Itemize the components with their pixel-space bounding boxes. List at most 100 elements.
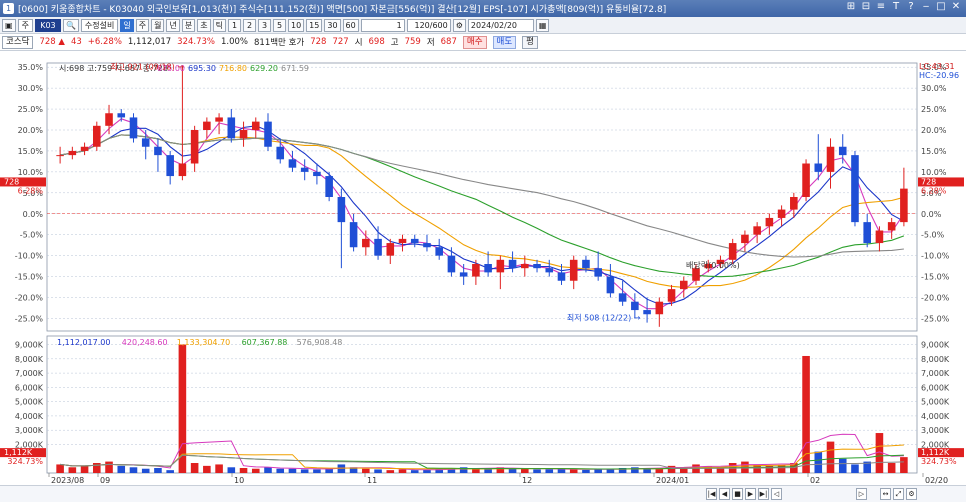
volume-tick-left: 4,000K — [15, 412, 44, 421]
tab-day[interactable]: 일 — [120, 18, 134, 32]
price-tick-left: 10.0% — [18, 168, 44, 177]
candle-body — [496, 259, 505, 273]
search-icon[interactable]: 🔍 — [62, 18, 79, 32]
volume-tick-right: 9,000K — [921, 341, 950, 350]
candle-body — [93, 125, 101, 147]
volume-bar — [190, 463, 199, 473]
candle-body — [398, 238, 407, 244]
volume-bar — [362, 468, 370, 473]
period-select[interactable]: 주 — [17, 18, 33, 32]
volume-legend-value: 607,367.88 — [242, 338, 288, 347]
price-panel-frame — [46, 62, 918, 332]
candle-body — [435, 247, 443, 256]
candle-body — [276, 146, 285, 160]
price-tick-left: -20.0% — [15, 294, 44, 303]
interval-5[interactable]: 5 — [272, 18, 286, 32]
scroll-first-button[interactable]: |◀ — [706, 488, 717, 500]
zoom-fit-button[interactable]: ⤢ — [893, 488, 904, 500]
maximize-button[interactable]: □ — [935, 1, 947, 12]
chart-settings-button[interactable]: ⚙ — [906, 488, 917, 500]
candle-body — [728, 243, 737, 260]
candle-body — [362, 238, 370, 248]
volume-bar — [398, 469, 407, 473]
volume-bar — [129, 467, 138, 473]
trade-amount: 811백만 호가 — [254, 38, 305, 48]
sell-button[interactable]: 매도 — [492, 35, 517, 49]
price-tick-right: -10.0% — [921, 252, 950, 261]
zoom-reset-button[interactable]: ↔ — [880, 488, 891, 500]
candle-body — [667, 289, 676, 302]
scroll-last-button[interactable]: ▶| — [758, 488, 769, 500]
minimize-button[interactable]: ‒ — [920, 1, 932, 12]
bid-price: 727 — [332, 37, 349, 47]
volume-value: 1,112,017 — [127, 37, 172, 47]
zoom-in-button[interactable]: ▷ — [856, 488, 867, 500]
candle-body — [826, 146, 835, 172]
interval-10[interactable]: 10 — [287, 18, 305, 32]
candle-body — [410, 238, 419, 244]
volume-tick-right: 6,000K — [921, 383, 950, 392]
count-total[interactable]: 120/600 — [406, 18, 451, 32]
interval-60[interactable]: 60 — [342, 18, 359, 32]
volume-bar — [141, 468, 150, 473]
lc-label: LC:43.31 — [919, 62, 955, 71]
tab-week[interactable]: 주 — [135, 18, 150, 32]
calendar-icon[interactable]: ▦ — [535, 18, 550, 32]
volume-tick-right: 3,000K — [921, 426, 950, 435]
adjusted-price-select[interactable]: 수정설비 — [80, 18, 119, 32]
tab-second[interactable]: 초 — [197, 18, 211, 32]
tab-minute[interactable]: 분 — [181, 18, 196, 32]
settings-gear-icon[interactable]: ⚙ — [452, 18, 466, 32]
scroll-next-button[interactable]: ▶ — [745, 488, 756, 500]
count-input[interactable]: 1 — [360, 18, 405, 32]
zoom-out-button[interactable]: ◁ — [771, 488, 782, 500]
font-icon[interactable]: T — [890, 1, 902, 12]
scroll-prev-button[interactable]: ◀ — [719, 488, 730, 500]
candle-body — [618, 293, 627, 302]
interval-2[interactable]: 2 — [242, 18, 256, 32]
interval-15[interactable]: 15 — [306, 18, 323, 32]
candlestick-series — [56, 67, 908, 327]
chart-menu-icon[interactable]: ▣ — [2, 18, 16, 32]
stop-button[interactable]: ■ — [732, 488, 743, 500]
open-price: 698 — [368, 37, 385, 47]
current-price: 728 ▲ — [39, 37, 65, 47]
close-button[interactable]: ✕ — [950, 1, 962, 12]
interval-30[interactable]: 30 — [324, 18, 341, 32]
volume-bar — [251, 468, 260, 473]
last-volume-pct-right: 324.73% — [921, 457, 957, 466]
volume-bar — [667, 465, 676, 473]
layout-icon[interactable]: ⊞ — [845, 1, 857, 12]
candle-body — [741, 234, 749, 244]
volume-legend-value: 1,133,304.70 — [177, 338, 230, 347]
interval-1[interactable]: 1 — [227, 18, 241, 32]
price-tick-right: -25.0% — [921, 314, 950, 323]
split-icon[interactable]: ⊟ — [860, 1, 872, 12]
low-label: 저 — [426, 38, 435, 48]
candle-body — [838, 146, 847, 156]
interval-3[interactable]: 3 — [257, 18, 271, 32]
high-annotation: 최고 921 (09/18) → — [110, 61, 184, 71]
tab-year[interactable]: 년 — [166, 18, 180, 32]
volume-tick-right: 8,000K — [921, 355, 950, 364]
stock-code-input[interactable]: K03 — [34, 18, 61, 32]
volume-average-lines — [60, 433, 904, 471]
eval-button[interactable]: 평 — [522, 35, 538, 49]
stock-chart[interactable]: 35.0% 35.0%30.0% 30.0%25.0% 25.0%20.0% 20.0%… — [0, 51, 966, 485]
help-icon[interactable]: ? — [905, 1, 917, 12]
tab-month[interactable]: 월 — [151, 18, 165, 32]
candle-body — [594, 268, 602, 277]
volume-bar — [533, 469, 541, 473]
buy-button[interactable]: 매수 — [462, 35, 487, 49]
menu-icon[interactable]: ≡ — [875, 1, 887, 12]
candle-body — [851, 155, 859, 223]
volume-tick-left: 3,000K — [15, 426, 44, 435]
candle-body — [631, 301, 639, 311]
chart-area[interactable]: 35.0% 35.0% 30.0% 30.0% 25.0% 25.0% 20.0% 20.0%… — [0, 51, 966, 485]
market-label[interactable]: 코스닥 — [2, 35, 34, 49]
candle-body — [251, 121, 260, 130]
high-price: 759 — [404, 37, 421, 47]
volume-bar — [582, 469, 590, 473]
date-input[interactable]: 2024/02/20 — [467, 18, 534, 32]
tab-tick[interactable]: 틱 — [212, 18, 226, 32]
